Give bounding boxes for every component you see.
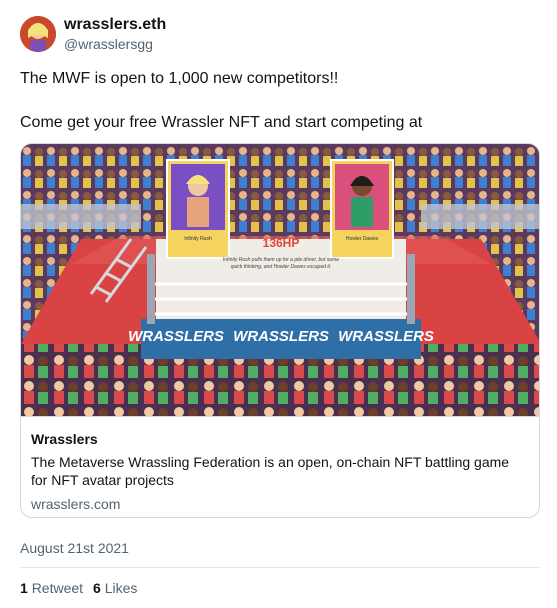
caption-line-2: quick thinking, and Howler Dawes escaped… [231, 264, 332, 270]
tweet-line: Come get your free Wrassler NFT and star… [20, 114, 423, 131]
apron-banner-text: WRASSLERS [233, 328, 329, 345]
fighter-left-name: Infinity Rush [184, 236, 212, 242]
retweet-label: Retweet [31, 580, 84, 596]
card-description: The Metaverse Wrassling Federation is an… [31, 454, 510, 488]
tweet-line: The MWF is open to 1,000 new competitors… [20, 70, 339, 87]
card-body: Wrasslers The Metaverse Wrassling Federa… [21, 416, 539, 513]
retweet-count: 1 [20, 580, 28, 596]
card-domain: wrasslers.com [31, 496, 121, 512]
like-label: Likes [104, 580, 138, 596]
hp-text: 136HP [263, 236, 300, 250]
fighter-right-name: Howler Dawes [346, 236, 379, 242]
display-name[interactable]: wrasslers.eth [64, 15, 166, 35]
avatar-image [20, 16, 56, 52]
apron-banner-text: WRASSLERS [128, 328, 224, 345]
tweet-date[interactable]: August 21st 2021 [20, 539, 129, 557]
card-title: Wrasslers [31, 431, 98, 447]
like-stat[interactable]: 6 Likes [93, 579, 137, 597]
card-image[interactable]: Infinity Rush Howler Dawes 136HP Infinit… [21, 144, 539, 416]
avatar[interactable] [20, 16, 56, 52]
tweet-header: wrasslers.eth @wrasslersgg [20, 15, 166, 53]
tweet-text: The MWF is open to 1,000 new competitors… [20, 68, 540, 134]
link-preview-card[interactable]: Infinity Rush Howler Dawes 136HP Infinit… [20, 143, 540, 518]
retweet-stat[interactable]: 1 Retweet [20, 579, 83, 597]
like-count: 6 [93, 580, 101, 596]
apron-banner-text: WRASSLERS [338, 328, 434, 345]
wrestling-ring-illustration: Infinity Rush Howler Dawes 136HP Infinit… [21, 144, 539, 416]
divider [20, 567, 540, 568]
user-handle[interactable]: @wrasslersgg [64, 35, 166, 53]
tweet-stats: 1 Retweet 6 Likes [20, 579, 147, 597]
caption-line-1: Infinity Rush pulls them up for a pile d… [223, 257, 339, 263]
